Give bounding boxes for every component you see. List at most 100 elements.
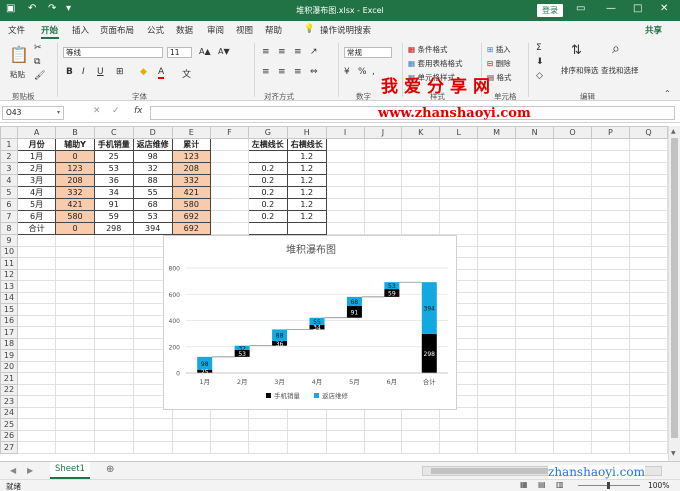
cell[interactable] — [209, 429, 249, 442]
cell[interactable] — [401, 162, 441, 175]
cell[interactable] — [591, 337, 630, 350]
cell[interactable] — [477, 210, 517, 223]
cell[interactable] — [628, 268, 668, 281]
row-header[interactable]: 16 — [0, 314, 18, 327]
cell[interactable] — [439, 210, 479, 223]
cell[interactable] — [591, 418, 630, 431]
login-button[interactable]: 登录 — [537, 4, 563, 17]
cell[interactable] — [628, 441, 668, 454]
cell[interactable] — [439, 418, 479, 431]
align-top-icon[interactable]: ≡ — [262, 47, 270, 57]
cell[interactable] — [515, 326, 555, 339]
normal-view-icon[interactable]: ▦ — [520, 480, 528, 489]
tab-insert[interactable]: 插入 — [72, 24, 89, 36]
cell[interactable] — [553, 303, 593, 316]
row-header[interactable]: 12 — [0, 268, 18, 281]
cell[interactable] — [325, 198, 365, 211]
prev-sheet-icon[interactable]: ◀ — [10, 466, 16, 475]
cell[interactable] — [439, 198, 479, 211]
cell[interactable] — [515, 349, 555, 362]
cell[interactable] — [591, 326, 630, 339]
cell[interactable] — [16, 349, 57, 362]
cell[interactable]: 1.2 — [286, 150, 327, 163]
column-header[interactable]: P — [591, 126, 630, 139]
column-header[interactable]: O — [553, 126, 593, 139]
cell[interactable] — [628, 234, 668, 247]
paste-icon[interactable]: 📋 — [9, 45, 29, 64]
column-header[interactable]: E — [171, 126, 211, 139]
row-header[interactable]: 20 — [0, 360, 18, 373]
worksheet[interactable]: A B C D E F G H I J K L M N O P Q 1 月份 辅助Y 手机销量 返店维修 累计 左横线长 右横线… — [0, 126, 668, 461]
cell[interactable]: 59 — [93, 210, 134, 223]
cell[interactable] — [591, 360, 630, 373]
cell[interactable] — [363, 441, 403, 454]
cell[interactable] — [628, 383, 668, 396]
page-layout-view-icon[interactable]: ▤ — [538, 480, 546, 489]
cell[interactable] — [591, 174, 630, 187]
cell[interactable] — [93, 234, 134, 247]
font-size-select[interactable]: 11 — [167, 47, 192, 58]
row-header[interactable]: 3 — [0, 162, 18, 175]
column-header[interactable]: M — [477, 126, 517, 139]
cell[interactable] — [55, 303, 95, 316]
cell[interactable] — [439, 222, 479, 235]
cell[interactable] — [16, 303, 57, 316]
cell[interactable] — [591, 234, 630, 247]
cell[interactable]: 580 — [55, 210, 95, 223]
cell[interactable] — [477, 314, 517, 327]
cell[interactable] — [553, 210, 593, 223]
cell[interactable] — [477, 162, 517, 175]
cell[interactable] — [55, 418, 95, 431]
column-header[interactable]: G — [247, 126, 288, 139]
tab-page-layout[interactable]: 页面布局 — [100, 24, 134, 36]
cell[interactable] — [591, 162, 630, 175]
table-header-cell[interactable]: 左横线长 — [247, 138, 288, 151]
cell[interactable] — [16, 234, 57, 247]
insert-cells-button[interactable]: ⊞ 插入 — [487, 44, 511, 55]
row-header[interactable]: 27 — [0, 441, 18, 454]
cell[interactable] — [286, 429, 327, 442]
name-box[interactable]: O43 — [2, 106, 64, 120]
row-header[interactable]: 2 — [0, 150, 18, 163]
column-header[interactable]: I — [325, 126, 365, 139]
cell[interactable] — [55, 383, 95, 396]
cell[interactable] — [628, 174, 668, 187]
cell[interactable] — [515, 210, 555, 223]
cell[interactable] — [515, 314, 555, 327]
cell[interactable] — [93, 383, 134, 396]
cell[interactable] — [93, 257, 134, 270]
cell[interactable] — [55, 234, 95, 247]
cell[interactable] — [401, 210, 441, 223]
cell[interactable] — [591, 383, 630, 396]
cell[interactable] — [325, 210, 365, 223]
cell[interactable] — [553, 257, 593, 270]
cell[interactable] — [325, 418, 365, 431]
cell[interactable] — [16, 314, 57, 327]
cell[interactable] — [515, 406, 555, 419]
cut-icon[interactable]: ✂ — [34, 43, 42, 53]
row-header[interactable]: 19 — [0, 349, 18, 362]
cell[interactable] — [16, 418, 57, 431]
cell[interactable]: 32 — [132, 162, 173, 175]
cell[interactable] — [16, 429, 57, 442]
phonetic-icon[interactable]: 文 — [182, 67, 191, 80]
cell[interactable] — [477, 337, 517, 350]
cell[interactable] — [209, 186, 249, 199]
cell[interactable] — [363, 138, 403, 151]
cell[interactable] — [55, 314, 95, 327]
cell[interactable] — [16, 268, 57, 281]
cell[interactable] — [553, 234, 593, 247]
cell[interactable] — [209, 222, 249, 235]
align-bottom-icon[interactable]: ≡ — [294, 47, 302, 57]
copy-icon[interactable]: ⧉ — [34, 57, 40, 67]
cell[interactable] — [477, 198, 517, 211]
cell[interactable] — [93, 441, 134, 454]
row-header[interactable]: 25 — [0, 418, 18, 431]
cell[interactable] — [477, 441, 517, 454]
cell[interactable] — [591, 268, 630, 281]
cell[interactable] — [247, 222, 288, 235]
cell[interactable]: 0 — [55, 150, 95, 163]
column-header[interactable]: B — [55, 126, 95, 139]
cell[interactable] — [55, 326, 95, 339]
cell[interactable]: 580 — [171, 198, 211, 211]
